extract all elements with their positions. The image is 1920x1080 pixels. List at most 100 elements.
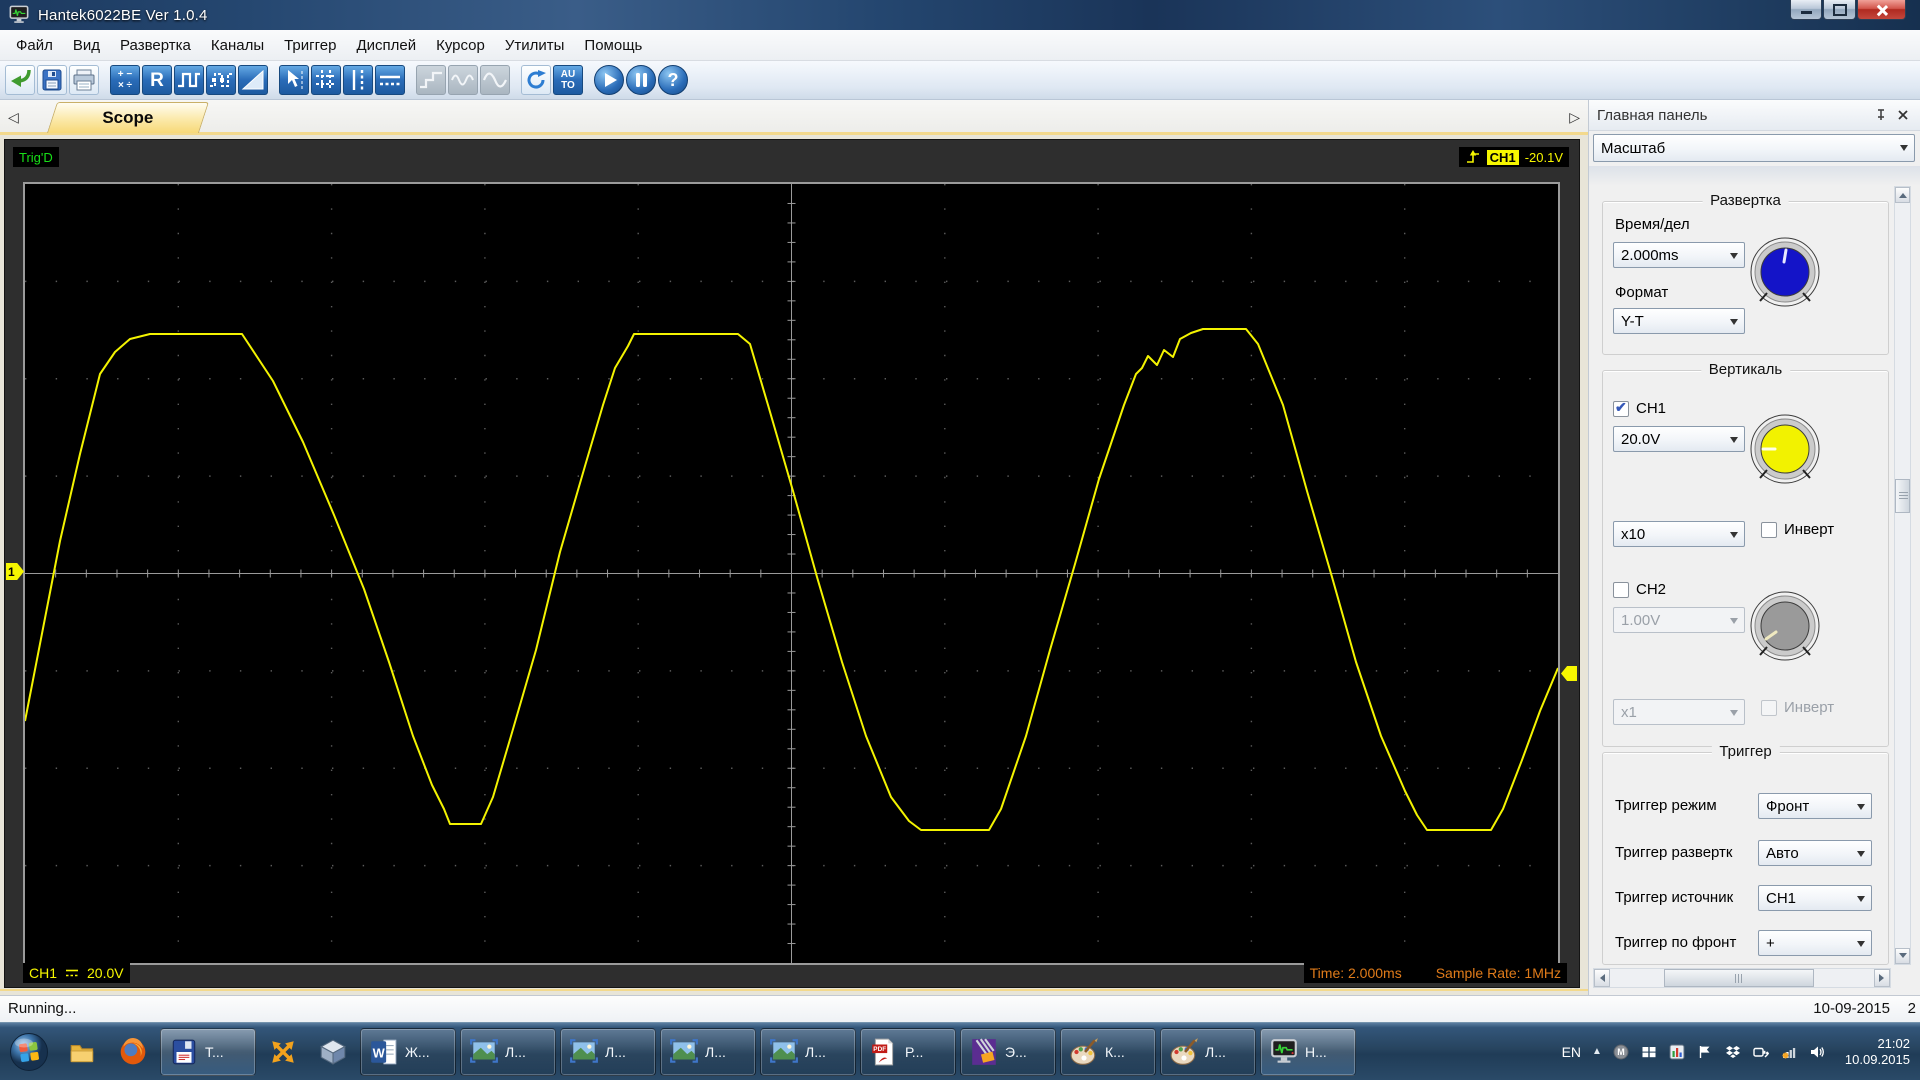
print-button[interactable] <box>69 65 99 95</box>
taskbar-button-photo-4[interactable]: Л... <box>760 1027 856 1076</box>
maximize-button[interactable] <box>1823 0 1856 20</box>
sine-wave-small-button[interactable] <box>448 65 478 95</box>
menu-item-file[interactable]: Файл <box>6 33 63 58</box>
chevron-down-icon <box>1730 319 1738 329</box>
clock[interactable]: 21:02 10.09.2015 <box>1845 1036 1910 1068</box>
help-button[interactable]: ? <box>658 65 688 95</box>
taskbar-button-paint-1[interactable]: К... <box>1060 1027 1156 1076</box>
ch1-invert-checkbox[interactable] <box>1761 522 1777 538</box>
tray-windows-icon[interactable] <box>1641 1043 1658 1060</box>
sine-wave-button[interactable] <box>480 65 510 95</box>
ch2-position-knob[interactable] <box>1749 590 1821 662</box>
horizontal-scrollbar[interactable] <box>1593 968 1891 988</box>
pin-icon[interactable] <box>1872 106 1890 124</box>
menu-item-sweep[interactable]: Развертка <box>110 33 201 58</box>
ch1-probe-select[interactable]: x10 <box>1613 521 1745 547</box>
ch2-probe-select[interactable]: x1 <box>1613 699 1745 725</box>
trigger-channel-badge: CH1 <box>1486 149 1519 165</box>
ch1-position-marker[interactable]: 1 <box>6 563 24 580</box>
panel-mode-select[interactable]: Масштаб <box>1593 134 1915 162</box>
timebase-knob[interactable] <box>1749 236 1821 308</box>
save-file-button[interactable] <box>37 65 67 95</box>
trigger-source-select[interactable]: CH1 <box>1758 885 1872 911</box>
refresh-button[interactable] <box>521 65 551 95</box>
tray-network-icon[interactable] <box>1781 1043 1798 1060</box>
reference-wave-button[interactable]: R <box>142 65 172 95</box>
scroll-down-button[interactable] <box>1895 948 1910 964</box>
ch2-invert-label: Инверт <box>1784 699 1835 716</box>
minimize-button[interactable] <box>1790 0 1822 20</box>
trigger-sweep-select[interactable]: Авто <box>1758 840 1872 866</box>
tray-messenger-icon[interactable]: M <box>1613 1043 1630 1060</box>
taskbar-button-paint-2[interactable]: Л... <box>1160 1027 1256 1076</box>
panel-separator <box>1589 166 1920 186</box>
taskbar-button-photo-1[interactable]: Л... <box>460 1027 556 1076</box>
menu-item-cursor[interactable]: Курсор <box>426 33 495 58</box>
grid-display-icon <box>316 70 336 90</box>
vertical-cursors-button[interactable] <box>343 65 373 95</box>
close-button[interactable] <box>1857 0 1906 20</box>
step-wave-button[interactable] <box>416 65 446 95</box>
scope-plot[interactable] <box>23 182 1560 965</box>
panel-close-icon[interactable] <box>1894 106 1912 124</box>
taskbar-button-explorer[interactable] <box>60 1028 106 1076</box>
ch2-checkbox[interactable] <box>1613 582 1629 598</box>
horizontal-scroll-thumb[interactable] <box>1664 969 1814 987</box>
taskbar-button-hantek-scope[interactable]: Н... <box>1260 1027 1356 1076</box>
pulse-measure-button[interactable] <box>206 65 236 95</box>
auto-setup-button[interactable]: AU TO <box>553 65 583 95</box>
scroll-right-button[interactable] <box>1874 969 1890 987</box>
horizontal-cursors-button[interactable] <box>375 65 405 95</box>
language-indicator[interactable]: EN <box>1562 1044 1581 1060</box>
taskbar-button-arrows-app[interactable] <box>260 1028 306 1076</box>
vertical-scroll-thumb[interactable] <box>1895 479 1910 513</box>
taskbar-button-word[interactable]: W Ж... <box>360 1027 456 1076</box>
math-operations-button[interactable]: + − × ÷ <box>110 65 140 95</box>
menu-item-channels[interactable]: Каналы <box>201 33 274 58</box>
time-div-select[interactable]: 2.000ms <box>1613 242 1745 268</box>
trigger-level-marker[interactable] <box>1561 666 1577 681</box>
tray-dropbox-icon[interactable] <box>1725 1043 1742 1060</box>
taskbar-button-virtualbox[interactable] <box>310 1028 356 1076</box>
tray-expand-icon[interactable]: ▲ <box>1592 1046 1602 1057</box>
cursor-measure-button[interactable] <box>279 65 309 95</box>
taskbar-button-pdf-reader[interactable]: PDF Р... <box>860 1027 956 1076</box>
tray-volume-icon[interactable] <box>1809 1043 1826 1060</box>
scroll-up-button[interactable] <box>1895 187 1910 203</box>
run-button[interactable] <box>594 65 624 95</box>
tab-scroll-right-icon[interactable]: ▷ <box>1569 109 1580 126</box>
taskbar-button-floppy-app[interactable]: Т... <box>160 1027 256 1076</box>
menu-item-trigger[interactable]: Триггер <box>274 33 346 58</box>
grid-display-button[interactable] <box>311 65 341 95</box>
format-select[interactable]: Y-T <box>1613 308 1745 334</box>
tab-scope[interactable]: Scope <box>46 102 210 133</box>
scroll-left-button[interactable] <box>1594 969 1610 987</box>
taskbar-button-photo-3[interactable]: Л... <box>660 1027 756 1076</box>
trigger-mode-select[interactable]: Фронт <box>1758 793 1872 819</box>
taskbar-button-photo-2[interactable]: Л... <box>560 1027 656 1076</box>
menu-item-display[interactable]: Дисплей <box>346 33 426 58</box>
trigger-slope-select[interactable]: + <box>1758 930 1872 956</box>
ch2-volts-select[interactable]: 1.00V <box>1613 607 1745 633</box>
open-file-button[interactable] <box>5 65 35 95</box>
menu-item-help[interactable]: Помощь <box>574 33 652 58</box>
pulse-wave-button[interactable] <box>174 65 204 95</box>
menu-item-view[interactable]: Вид <box>63 33 110 58</box>
vertical-scrollbar[interactable] <box>1894 186 1911 965</box>
ramp-wave-button[interactable] <box>238 65 268 95</box>
menu-item-utilities[interactable]: Утилиты <box>495 33 575 58</box>
ch1-volts-select[interactable]: 20.0V <box>1613 426 1745 452</box>
ch2-invert-checkbox[interactable] <box>1761 700 1777 716</box>
taskbar-button-firefox[interactable] <box>110 1028 156 1076</box>
taskbar-button-start[interactable] <box>4 1027 54 1077</box>
tray-flag-icon[interactable] <box>1697 1043 1714 1060</box>
tab-scroll-left-icon[interactable]: ◁ <box>8 109 19 126</box>
tray-power-icon[interactable] <box>1753 1043 1770 1060</box>
word-icon: W <box>371 1039 397 1064</box>
ch1-checkbox[interactable]: ✔ <box>1613 399 1629 417</box>
tray-stats-icon[interactable] <box>1669 1043 1686 1060</box>
ch1-position-knob[interactable] <box>1749 413 1821 485</box>
pause-button[interactable] <box>626 65 656 95</box>
taskbar-button-djvu-viewer[interactable]: Э... <box>960 1027 1056 1076</box>
step-wave-icon <box>420 71 442 89</box>
